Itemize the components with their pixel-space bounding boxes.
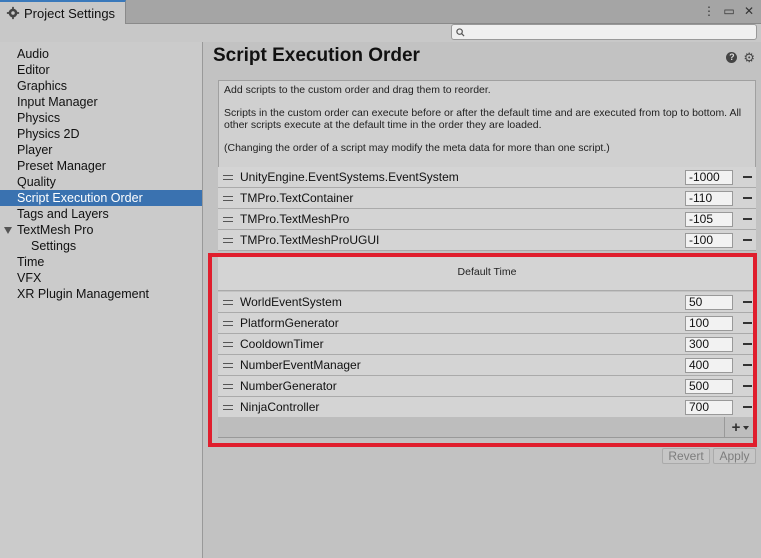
remove-icon[interactable]: [743, 176, 752, 178]
sidebar-item-audio[interactable]: Audio: [0, 46, 202, 62]
sidebar-item-label: TextMesh Pro: [17, 223, 94, 237]
order-field[interactable]: -1000: [685, 169, 733, 185]
order-field[interactable]: 100: [685, 315, 733, 331]
script-name: TMPro.TextContainer: [240, 191, 354, 205]
maximize-icon[interactable]: ▭: [723, 4, 735, 18]
script-row[interactable]: NumberEventManager 400: [218, 355, 756, 376]
remove-icon[interactable]: [743, 322, 752, 324]
sidebar-item-editor[interactable]: Editor: [0, 62, 202, 78]
script-row[interactable]: TMPro.TextMeshPro -105: [218, 209, 756, 230]
script-row[interactable]: NinjaController 700: [218, 397, 756, 418]
help-text-2: Scripts in the custom order can execute …: [224, 106, 742, 132]
dropdown-caret-icon: [743, 425, 750, 430]
search-input[interactable]: [451, 24, 757, 40]
order-field[interactable]: -100: [685, 232, 733, 248]
script-row[interactable]: TMPro.TextContainer -110: [218, 188, 756, 209]
help-text-3: (Changing the order of a script may modi…: [224, 141, 610, 154]
remove-icon[interactable]: [743, 218, 752, 220]
list-footer: +: [218, 417, 756, 438]
drag-handle-icon[interactable]: [223, 216, 233, 222]
script-row[interactable]: UnityEngine.EventSystems.EventSystem -10…: [218, 167, 756, 188]
script-row[interactable]: PlatformGenerator 100: [218, 313, 756, 334]
script-name: NinjaController: [240, 400, 320, 414]
default-time-divider: Default Time: [218, 254, 756, 291]
sidebar-item-graphics[interactable]: Graphics: [0, 78, 202, 94]
add-script-button[interactable]: +: [724, 417, 756, 438]
order-field[interactable]: 50: [685, 294, 733, 310]
order-field[interactable]: 500: [685, 378, 733, 394]
window-tab-bar: Project Settings ⋮ ▭ ✕: [0, 0, 761, 24]
script-row[interactable]: NumberGenerator 500: [218, 376, 756, 397]
sidebar-item-script-execution-order[interactable]: Script Execution Order: [0, 190, 202, 206]
drag-handle-icon[interactable]: [223, 362, 233, 368]
sidebar-item-preset-manager[interactable]: Preset Manager: [0, 158, 202, 174]
sidebar-item-player[interactable]: Player: [0, 142, 202, 158]
search-icon: [456, 27, 465, 37]
drag-handle-icon[interactable]: [223, 237, 233, 243]
remove-icon[interactable]: [743, 197, 752, 199]
help-icon[interactable]: ?: [726, 52, 738, 63]
sidebar-item-vfx[interactable]: VFX: [0, 270, 202, 286]
order-field[interactable]: -110: [685, 190, 733, 206]
script-row[interactable]: TMPro.TextMeshProUGUI -100: [218, 230, 756, 251]
sidebar-item-quality[interactable]: Quality: [0, 174, 202, 190]
sidebar-item-textmesh-settings[interactable]: Settings: [0, 238, 202, 254]
script-name: NumberGenerator: [240, 379, 337, 393]
drag-handle-icon[interactable]: [223, 195, 233, 201]
apply-button[interactable]: Apply: [713, 448, 756, 464]
gear-icon: [6, 6, 20, 20]
drag-handle-icon[interactable]: [223, 341, 233, 347]
sidebar-item-time[interactable]: Time: [0, 254, 202, 270]
script-name: TMPro.TextMeshProUGUI: [240, 233, 380, 247]
tab-label: Project Settings: [24, 5, 116, 21]
sidebar-item-physics[interactable]: Physics: [0, 110, 202, 126]
sidebar-item-input-manager[interactable]: Input Manager: [0, 94, 202, 110]
settings-icon[interactable]: ⚙: [743, 51, 755, 64]
page-title: Script Execution Order: [213, 45, 420, 66]
help-text-1: Add scripts to the custom order and drag…: [224, 84, 491, 96]
order-field[interactable]: 700: [685, 399, 733, 415]
sidebar-item-textmesh-pro[interactable]: TextMesh Pro: [0, 222, 202, 238]
main-panel: Script Execution Order ? ⚙ Add scripts t…: [204, 42, 761, 558]
remove-icon[interactable]: [743, 343, 752, 345]
remove-icon[interactable]: [743, 239, 752, 241]
remove-icon[interactable]: [743, 364, 752, 366]
script-row[interactable]: WorldEventSystem 50: [218, 292, 756, 313]
script-row[interactable]: CooldownTimer 300: [218, 334, 756, 355]
toolbar: [0, 24, 761, 42]
plus-icon: +: [731, 419, 741, 436]
remove-icon[interactable]: [743, 385, 752, 387]
drag-handle-icon[interactable]: [223, 299, 233, 305]
order-field[interactable]: 300: [685, 336, 733, 352]
more-icon[interactable]: ⋮: [703, 4, 715, 18]
sidebar-item-xr-plugin-management[interactable]: XR Plugin Management: [0, 286, 202, 302]
script-name: NumberEventManager: [240, 358, 361, 372]
remove-icon[interactable]: [743, 406, 752, 408]
settings-sidebar: Audio Editor Graphics Input Manager Phys…: [0, 42, 203, 558]
tab-project-settings[interactable]: Project Settings: [0, 0, 126, 24]
expand-triangle-icon[interactable]: [4, 227, 12, 235]
script-name: PlatformGenerator: [240, 316, 339, 330]
order-field[interactable]: 400: [685, 357, 733, 373]
order-field[interactable]: -105: [685, 211, 733, 227]
sidebar-item-tags-and-layers[interactable]: Tags and Layers: [0, 206, 202, 222]
drag-handle-icon[interactable]: [223, 174, 233, 180]
drag-handle-icon[interactable]: [223, 320, 233, 326]
revert-button[interactable]: Revert: [662, 448, 710, 464]
remove-icon[interactable]: [743, 301, 752, 303]
drag-handle-icon[interactable]: [223, 383, 233, 389]
script-name: TMPro.TextMeshPro: [240, 212, 350, 226]
sidebar-item-physics-2d[interactable]: Physics 2D: [0, 126, 202, 142]
script-name: WorldEventSystem: [240, 295, 342, 309]
script-name: UnityEngine.EventSystems.EventSystem: [240, 170, 459, 184]
close-icon[interactable]: ✕: [743, 4, 755, 18]
drag-handle-icon[interactable]: [223, 404, 233, 410]
script-name: CooldownTimer: [240, 337, 324, 351]
